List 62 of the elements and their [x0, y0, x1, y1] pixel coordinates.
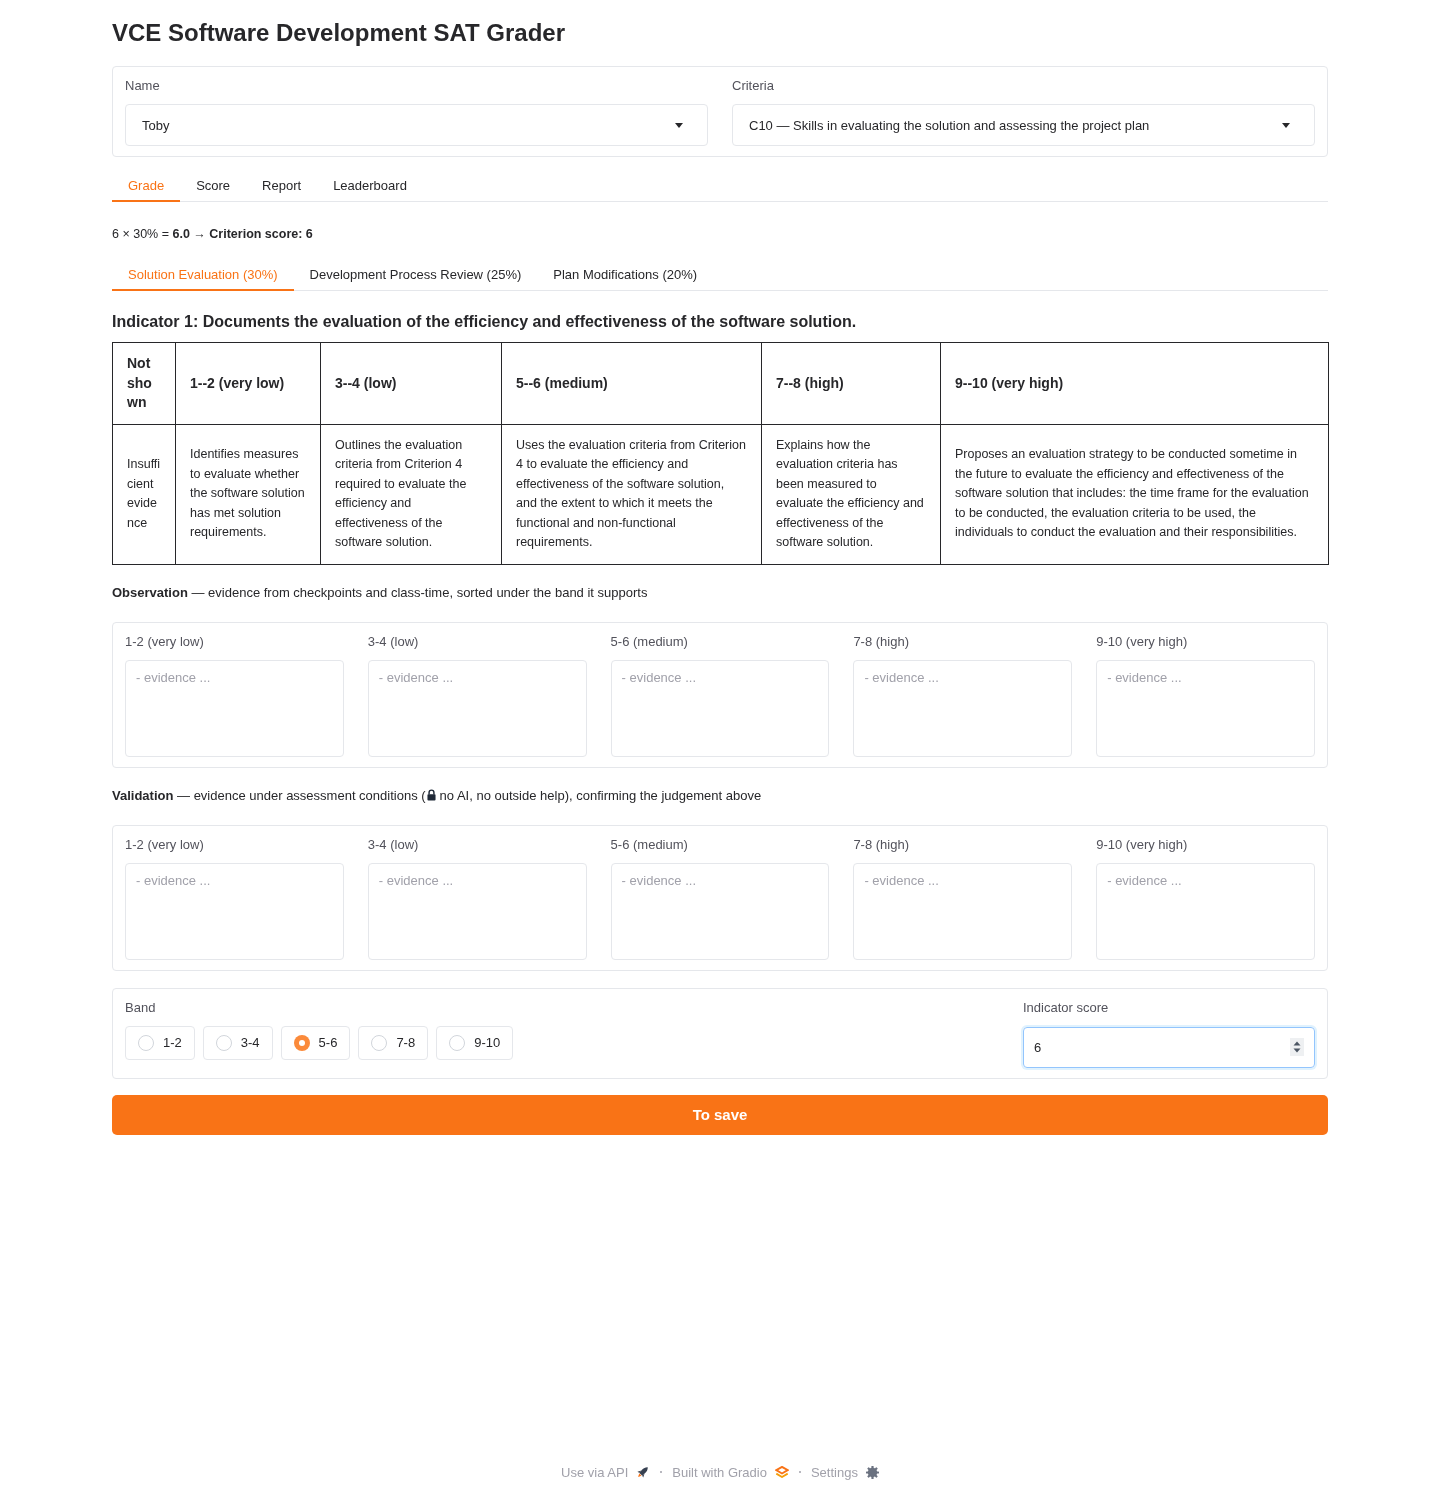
field-label: 7-8 (high)	[853, 632, 910, 651]
section-heading: Validation — evidence under assessment conditions (	[112, 787, 426, 803]
section-heading: Observation — evidence from checkpoints and class-time, sorted under the band it supports	[112, 584, 648, 600]
lock-icon	[426, 788, 436, 801]
radio-option[interactable]: 5-6	[280, 1025, 351, 1060]
evidence-field[interactable]: - evidence ...	[610, 659, 830, 757]
caret-icon	[675, 122, 683, 128]
score-summary: 6 × 30% = 6.0 → Criterion score: 6	[112, 226, 313, 243]
section-description: no AI, no outside help), confirming the judgement above	[439, 787, 762, 803]
tab[interactable]: Plan Modifications (20%)	[537, 260, 714, 291]
table-header-cell: Not shown	[112, 342, 176, 424]
evidence-field[interactable]: - evidence ...	[853, 862, 1073, 960]
radio-option[interactable]: 9-10	[436, 1025, 514, 1060]
table-cell: Outlines the evaluation criteria from Criterion 4 required to evaluate the efficiency and effectiveness of the software solution.	[320, 424, 502, 564]
field-label: Indicator score	[1023, 998, 1109, 1017]
radio-option[interactable]: 7-8	[358, 1025, 429, 1060]
field-label: 5-6 (medium)	[610, 835, 688, 854]
field-label: 1-2 (very low)	[125, 835, 204, 854]
page-title: VCE Software Development SAT Grader	[112, 18, 565, 48]
dropdown-field[interactable]: C10 — Skills in evaluating the solution and assessing the project plan	[732, 104, 1315, 146]
field-label: Name	[125, 77, 160, 95]
evidence-field[interactable]: - evidence ...	[367, 659, 587, 757]
field-label: 7-8 (high)	[853, 835, 910, 854]
radio-option[interactable]: 3-4	[202, 1025, 273, 1060]
caret-icon	[1282, 122, 1290, 128]
tab[interactable]: Score	[180, 171, 247, 202]
settings-icon	[865, 1465, 879, 1479]
tab[interactable]: Leaderboard	[317, 171, 423, 202]
table-cell: Proposes an evaluation strategy to be conducted sometime in the future to evaluate the efficiency and effectiveness of the software solution that includes: the time frame for the evaluation to be conducted, the evaluation criteria to be used, the individuals to conduct the evaluation and their responsibilities.	[940, 424, 1329, 564]
field-label: 1-2 (very low)	[125, 632, 204, 651]
tab[interactable]: Report	[246, 171, 318, 202]
field-label: 9-10 (very high)	[1096, 835, 1188, 854]
rocket-icon	[636, 1465, 651, 1479]
number-field[interactable]: 6	[1023, 1026, 1315, 1068]
table-cell: Uses the evaluation criteria from Criterion 4 to evaluate the efficiency and effectiveness of the software solution, and the extent to which it meets the functional and non-functional requirements.	[501, 424, 762, 564]
table-cell: Insufficient evidence	[112, 424, 176, 564]
field-label: 5-6 (medium)	[610, 632, 688, 651]
table-header-cell: 9--10 (very high)	[940, 342, 1329, 424]
tab[interactable]: Development Process Review (25%)	[293, 260, 538, 291]
table-cell: Identifies measures to evaluate whether the software solution has met solution requirements.	[175, 424, 321, 564]
radio-option[interactable]: 1-2	[125, 1025, 195, 1060]
table-header-cell: 3--4 (low)	[320, 342, 502, 424]
dropdown-field[interactable]: Toby	[125, 104, 708, 146]
table-header-cell: 1--2 (very low)	[175, 342, 321, 424]
table-cell: Explains how the evaluation criteria has been measured to evaluate the efficiency and effectiveness of the software solution.	[761, 424, 941, 564]
evidence-field[interactable]: - evidence ...	[853, 659, 1073, 757]
field-label: 3-4 (low)	[367, 835, 419, 854]
evidence-field[interactable]: - evidence ...	[125, 862, 344, 960]
stepper-icon	[1290, 1038, 1304, 1056]
field-label: 9-10 (very high)	[1096, 632, 1188, 651]
layers-icon	[774, 1466, 789, 1478]
evidence-field[interactable]: - evidence ...	[1096, 862, 1315, 960]
indicator-heading: Indicator 1: Documents the evaluation of the efficiency and effectiveness of the software solution.	[112, 312, 857, 332]
evidence-field[interactable]: - evidence ...	[125, 659, 344, 757]
table-header-cell: 7--8 (high)	[761, 342, 941, 424]
field-label: 3-4 (low)	[367, 632, 419, 651]
table-header-cell: 5--6 (medium)	[501, 342, 762, 424]
field-label: Band	[125, 998, 156, 1017]
evidence-field[interactable]: - evidence ...	[367, 862, 587, 960]
evidence-field[interactable]: - evidence ...	[1096, 659, 1315, 757]
evidence-field[interactable]: - evidence ...	[610, 862, 830, 960]
field-label: Criteria	[732, 77, 774, 95]
